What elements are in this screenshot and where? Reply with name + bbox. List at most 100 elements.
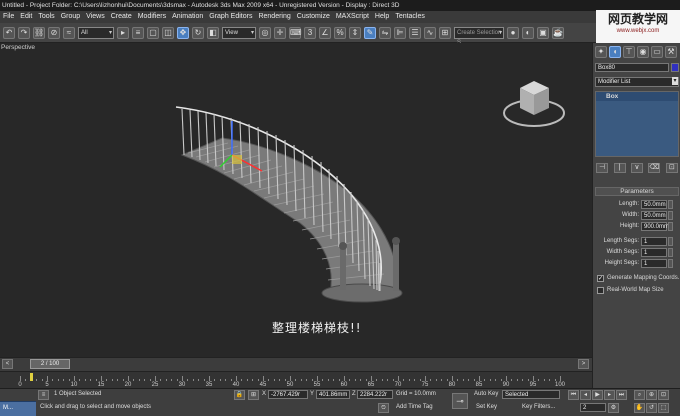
named-selection-dropdown[interactable]: Create Selection S bbox=[454, 26, 504, 46]
height-field[interactable]: 900.0mm bbox=[641, 222, 669, 231]
maxscript-listener-icon[interactable]: ≡ bbox=[38, 390, 49, 400]
menu-tools[interactable]: Tools bbox=[35, 11, 57, 23]
current-frame-field[interactable]: 2 bbox=[580, 403, 606, 412]
modifier-stack[interactable]: Box bbox=[595, 91, 679, 157]
angle-snap-icon[interactable]: ∠ bbox=[319, 26, 331, 39]
slider-next-icon[interactable]: > bbox=[578, 359, 589, 369]
select-link-icon[interactable]: ⛓ bbox=[33, 26, 45, 39]
manipulate-icon[interactable]: ✛ bbox=[274, 26, 286, 39]
y-coordinate-field[interactable]: 401.86mm bbox=[316, 390, 350, 399]
hierarchy-tab-icon[interactable]: ⊤ bbox=[623, 46, 635, 58]
set-key-button[interactable]: Set Key bbox=[476, 404, 497, 410]
menu-file[interactable]: File bbox=[0, 11, 17, 23]
generate-mapping-checkbox[interactable]: ✓ Generate Mapping Coords. bbox=[595, 274, 679, 284]
region-select-icon[interactable]: ▢ bbox=[147, 26, 159, 39]
menu-tentacles[interactable]: Tentacles bbox=[392, 11, 428, 23]
time-tag-icon[interactable]: ⏲ bbox=[378, 403, 389, 413]
menu-customize[interactable]: Customize bbox=[294, 11, 333, 23]
zoom-icon[interactable]: ⌕ bbox=[634, 390, 645, 400]
configure-sets-icon[interactable]: ⊡ bbox=[665, 163, 678, 173]
snap-toggle-icon[interactable]: 3 bbox=[304, 26, 316, 39]
height-spinner[interactable] bbox=[668, 222, 673, 231]
render-setup-icon[interactable]: ◐ bbox=[522, 26, 534, 39]
timeline-ruler[interactable]: 0 5 10 15 20 25 30 35 40 45 50 55 60 65 70 75 80 85 90 95 10… bbox=[0, 371, 592, 388]
display-tab-icon[interactable]: ▭ bbox=[651, 46, 663, 58]
maximize-viewport-icon[interactable]: ⬚ bbox=[658, 403, 669, 413]
spinner-snap-icon[interactable]: ⇕ bbox=[349, 26, 361, 39]
selection-lock-icon[interactable]: 🔒 bbox=[234, 390, 245, 400]
current-frame-marker[interactable] bbox=[29, 373, 33, 381]
menu-help[interactable]: Help bbox=[372, 11, 392, 23]
select-rotate-icon[interactable]: ↻ bbox=[192, 26, 204, 39]
menu-views[interactable]: Views bbox=[83, 11, 108, 23]
length-segs-field[interactable]: 1 bbox=[641, 237, 667, 246]
mirror-icon[interactable]: ⇋ bbox=[379, 26, 391, 39]
bind-space-warp-icon[interactable]: ≈ bbox=[63, 26, 75, 39]
object-color-swatch[interactable] bbox=[671, 63, 679, 72]
width-segs-spinner[interactable] bbox=[668, 248, 673, 257]
width-field[interactable]: 50.0mm bbox=[641, 211, 667, 220]
unlink-icon[interactable]: ⊘ bbox=[48, 26, 60, 39]
time-slider[interactable]: < 2 / 100 > bbox=[0, 357, 592, 371]
perspective-viewport[interactable]: Perspective 整理楼梯梯枝!! bbox=[0, 43, 592, 357]
slider-prev-icon[interactable]: < bbox=[2, 359, 13, 369]
play-icon[interactable]: ▶ bbox=[592, 390, 603, 400]
schematic-view-icon[interactable]: ⊞ bbox=[439, 26, 451, 39]
menu-animation[interactable]: Animation bbox=[169, 11, 206, 23]
percent-snap-icon[interactable]: % bbox=[334, 26, 346, 39]
prev-frame-icon[interactable]: ◂ bbox=[580, 390, 591, 400]
real-world-map-checkbox[interactable]: Real-World Map Size bbox=[595, 286, 679, 296]
reference-coord-dropdown[interactable]: View bbox=[222, 26, 256, 39]
time-slider-handle[interactable]: 2 / 100 bbox=[30, 359, 70, 369]
time-config-icon[interactable]: ⚙ bbox=[608, 403, 619, 413]
create-tab-icon[interactable]: ✦ bbox=[595, 46, 607, 58]
make-unique-icon[interactable]: ∨ bbox=[630, 163, 643, 173]
curve-editor-icon[interactable]: ∿ bbox=[424, 26, 436, 39]
modifier-list-dropdown[interactable]: Modifier List bbox=[595, 77, 679, 87]
redo-icon[interactable]: ↷ bbox=[18, 26, 30, 39]
add-time-tag[interactable]: Add Time Tag bbox=[396, 404, 433, 410]
pin-stack-icon[interactable]: ⊣ bbox=[596, 163, 609, 173]
orbit-icon[interactable]: ↺ bbox=[646, 403, 657, 413]
goto-start-icon[interactable]: ⏮ bbox=[568, 390, 579, 400]
next-frame-icon[interactable]: ▸ bbox=[604, 390, 615, 400]
menu-edit[interactable]: Edit bbox=[17, 11, 35, 23]
real-world-map-check-icon[interactable] bbox=[597, 287, 604, 294]
height-segs-field[interactable]: 1 bbox=[641, 259, 667, 268]
absolute-mode-icon[interactable]: ⊞ bbox=[248, 390, 259, 400]
width-spinner[interactable] bbox=[668, 211, 673, 220]
stack-item-box[interactable]: Box bbox=[596, 92, 678, 101]
menu-modifiers[interactable]: Modifiers bbox=[135, 11, 169, 23]
undo-icon[interactable]: ↶ bbox=[3, 26, 15, 39]
render-frame-icon[interactable]: ▣ bbox=[537, 26, 549, 39]
pivot-center-icon[interactable]: ◎ bbox=[259, 26, 271, 39]
select-by-name-icon[interactable]: ≡ bbox=[132, 26, 144, 39]
remove-modifier-icon[interactable]: ⌫ bbox=[648, 163, 661, 173]
z-coordinate-field[interactable]: 2284.222r bbox=[357, 390, 393, 399]
layer-manager-icon[interactable]: ☰ bbox=[409, 26, 421, 39]
keyboard-shortcut-icon[interactable]: ⌨ bbox=[289, 26, 302, 39]
parameters-header[interactable]: Parameters bbox=[595, 187, 679, 196]
window-crossing-icon[interactable]: ◫ bbox=[162, 26, 174, 39]
motion-tab-icon[interactable]: ◉ bbox=[637, 46, 649, 58]
material-editor-icon[interactable]: ● bbox=[507, 26, 519, 39]
height-segs-spinner[interactable] bbox=[668, 259, 673, 268]
zoom-all-icon[interactable]: ⊕ bbox=[646, 390, 657, 400]
viewcube[interactable] bbox=[503, 81, 565, 127]
taskbar-item[interactable]: M... bbox=[3, 405, 13, 411]
set-key-icon[interactable]: ⊸ bbox=[452, 393, 468, 409]
x-coordinate-field[interactable]: -2767.429r bbox=[268, 390, 308, 399]
auto-key-button[interactable]: Auto Key bbox=[474, 391, 498, 397]
key-filters-button[interactable]: Key Filters... bbox=[522, 404, 555, 410]
key-mode-dropdown[interactable]: Selected bbox=[502, 390, 560, 399]
menu-maxscript[interactable]: MAXScript bbox=[333, 11, 372, 23]
generate-mapping-check-icon[interactable]: ✓ bbox=[597, 275, 604, 282]
menu-create[interactable]: Create bbox=[108, 11, 135, 23]
goto-end-icon[interactable]: ⏭ bbox=[616, 390, 627, 400]
length-segs-spinner[interactable] bbox=[668, 237, 673, 246]
selection-filter-dropdown[interactable]: All bbox=[78, 26, 114, 39]
menu-graph-editors[interactable]: Graph Editors bbox=[206, 11, 255, 23]
width-segs-field[interactable]: 1 bbox=[641, 248, 667, 257]
menu-rendering[interactable]: Rendering bbox=[255, 11, 293, 23]
select-move-icon[interactable]: ✥ bbox=[177, 26, 189, 39]
